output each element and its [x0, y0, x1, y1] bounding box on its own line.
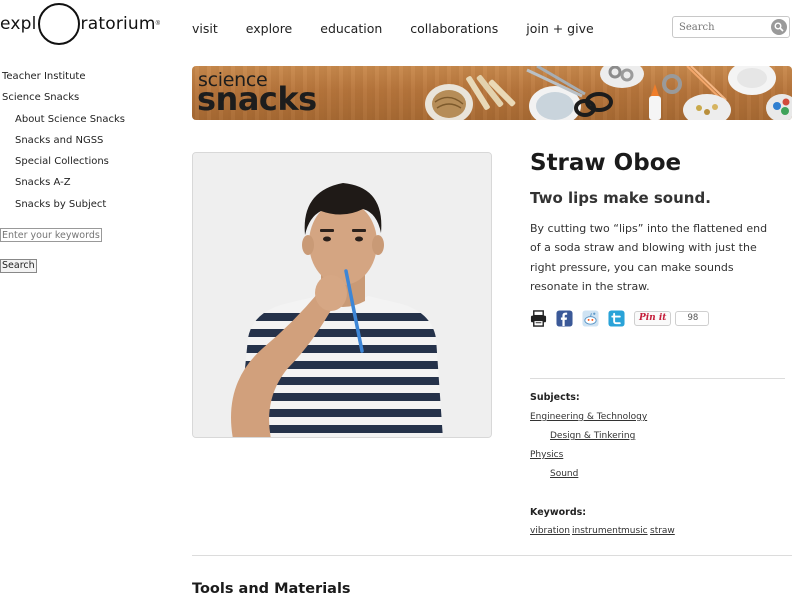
- search-icon[interactable]: [771, 19, 787, 35]
- sidebar-item-snacks-and-ngss[interactable]: Snacks and NGSS: [0, 134, 150, 155]
- snack-title: Straw Oboe: [530, 150, 682, 176]
- pinterest-pin-button[interactable]: Pin it: [634, 310, 672, 326]
- logo-text-right: ratorium: [80, 14, 156, 34]
- site-search-input[interactable]: [673, 17, 765, 38]
- sidebar-item-about-science-snacks[interactable]: About Science Snacks: [0, 113, 150, 134]
- keywords-heading: Keywords:: [530, 507, 587, 518]
- site-search-box: [672, 16, 790, 38]
- twitter-icon[interactable]: [608, 309, 625, 327]
- sidebar-item-special-collections[interactable]: Special Collections: [0, 155, 150, 176]
- pin-count-badge: 98: [675, 310, 710, 326]
- banner-supplies-image: [425, 66, 792, 120]
- banner-text-snacks: snacks: [197, 80, 317, 118]
- top-navigation: visit explore education collaborations j…: [192, 21, 622, 36]
- nav-visit[interactable]: visit: [192, 21, 218, 36]
- info-divider: [530, 378, 785, 379]
- keyword-instrument[interactable]: instrument: [572, 526, 621, 536]
- sidebar-item-teacher-institute[interactable]: Teacher Institute: [0, 70, 150, 91]
- keyword-search-button[interactable]: Search: [0, 259, 37, 273]
- sidebar-item-science-snacks[interactable]: Science Snacks: [0, 91, 150, 112]
- snack-photo: [192, 152, 492, 438]
- keyword-straw[interactable]: straw: [650, 526, 675, 536]
- print-icon[interactable]: [530, 309, 547, 327]
- sidebar-item-snacks-a-z[interactable]: Snacks A-Z: [0, 176, 150, 197]
- science-snacks-banner[interactable]: science snacks: [192, 66, 792, 120]
- nav-join-give[interactable]: join + give: [526, 21, 593, 36]
- nav-explore[interactable]: explore: [246, 21, 292, 36]
- subject-sound[interactable]: Sound: [550, 469, 578, 479]
- logo-text-left: expl: [0, 14, 37, 34]
- student-with-straw-image: [193, 153, 491, 437]
- subject-physics[interactable]: Physics: [530, 450, 563, 460]
- registered-mark: ®: [155, 21, 161, 27]
- keyword-vibration[interactable]: vibration: [530, 526, 570, 536]
- keyword-search-input[interactable]: [0, 228, 102, 242]
- logo-ring-icon: [37, 3, 80, 45]
- snack-subtitle: Two lips make sound.: [530, 189, 711, 207]
- section-divider: [192, 555, 792, 556]
- subject-engineering-technology[interactable]: Engineering & Technology: [530, 412, 647, 422]
- nav-collaborations[interactable]: collaborations: [410, 21, 498, 36]
- tools-and-materials-heading: Tools and Materials: [192, 581, 351, 597]
- reddit-icon[interactable]: [582, 309, 599, 327]
- snack-description: By cutting two “lips” into the flattened…: [530, 222, 768, 293]
- facebook-icon[interactable]: [556, 309, 573, 327]
- exploratorium-logo[interactable]: expl ratorium ®: [0, 2, 160, 46]
- nav-education[interactable]: education: [320, 21, 382, 36]
- share-bar: Pin it 98: [530, 308, 710, 328]
- keyword-music[interactable]: music: [621, 526, 648, 536]
- subjects-heading: Subjects:: [530, 392, 580, 403]
- sidebar-item-snacks-by-subject[interactable]: Snacks by Subject: [0, 198, 150, 219]
- sidebar-nav: Teacher Institute Science Snacks About S…: [0, 70, 150, 219]
- subject-design-tinkering[interactable]: Design & Tinkering: [550, 431, 635, 441]
